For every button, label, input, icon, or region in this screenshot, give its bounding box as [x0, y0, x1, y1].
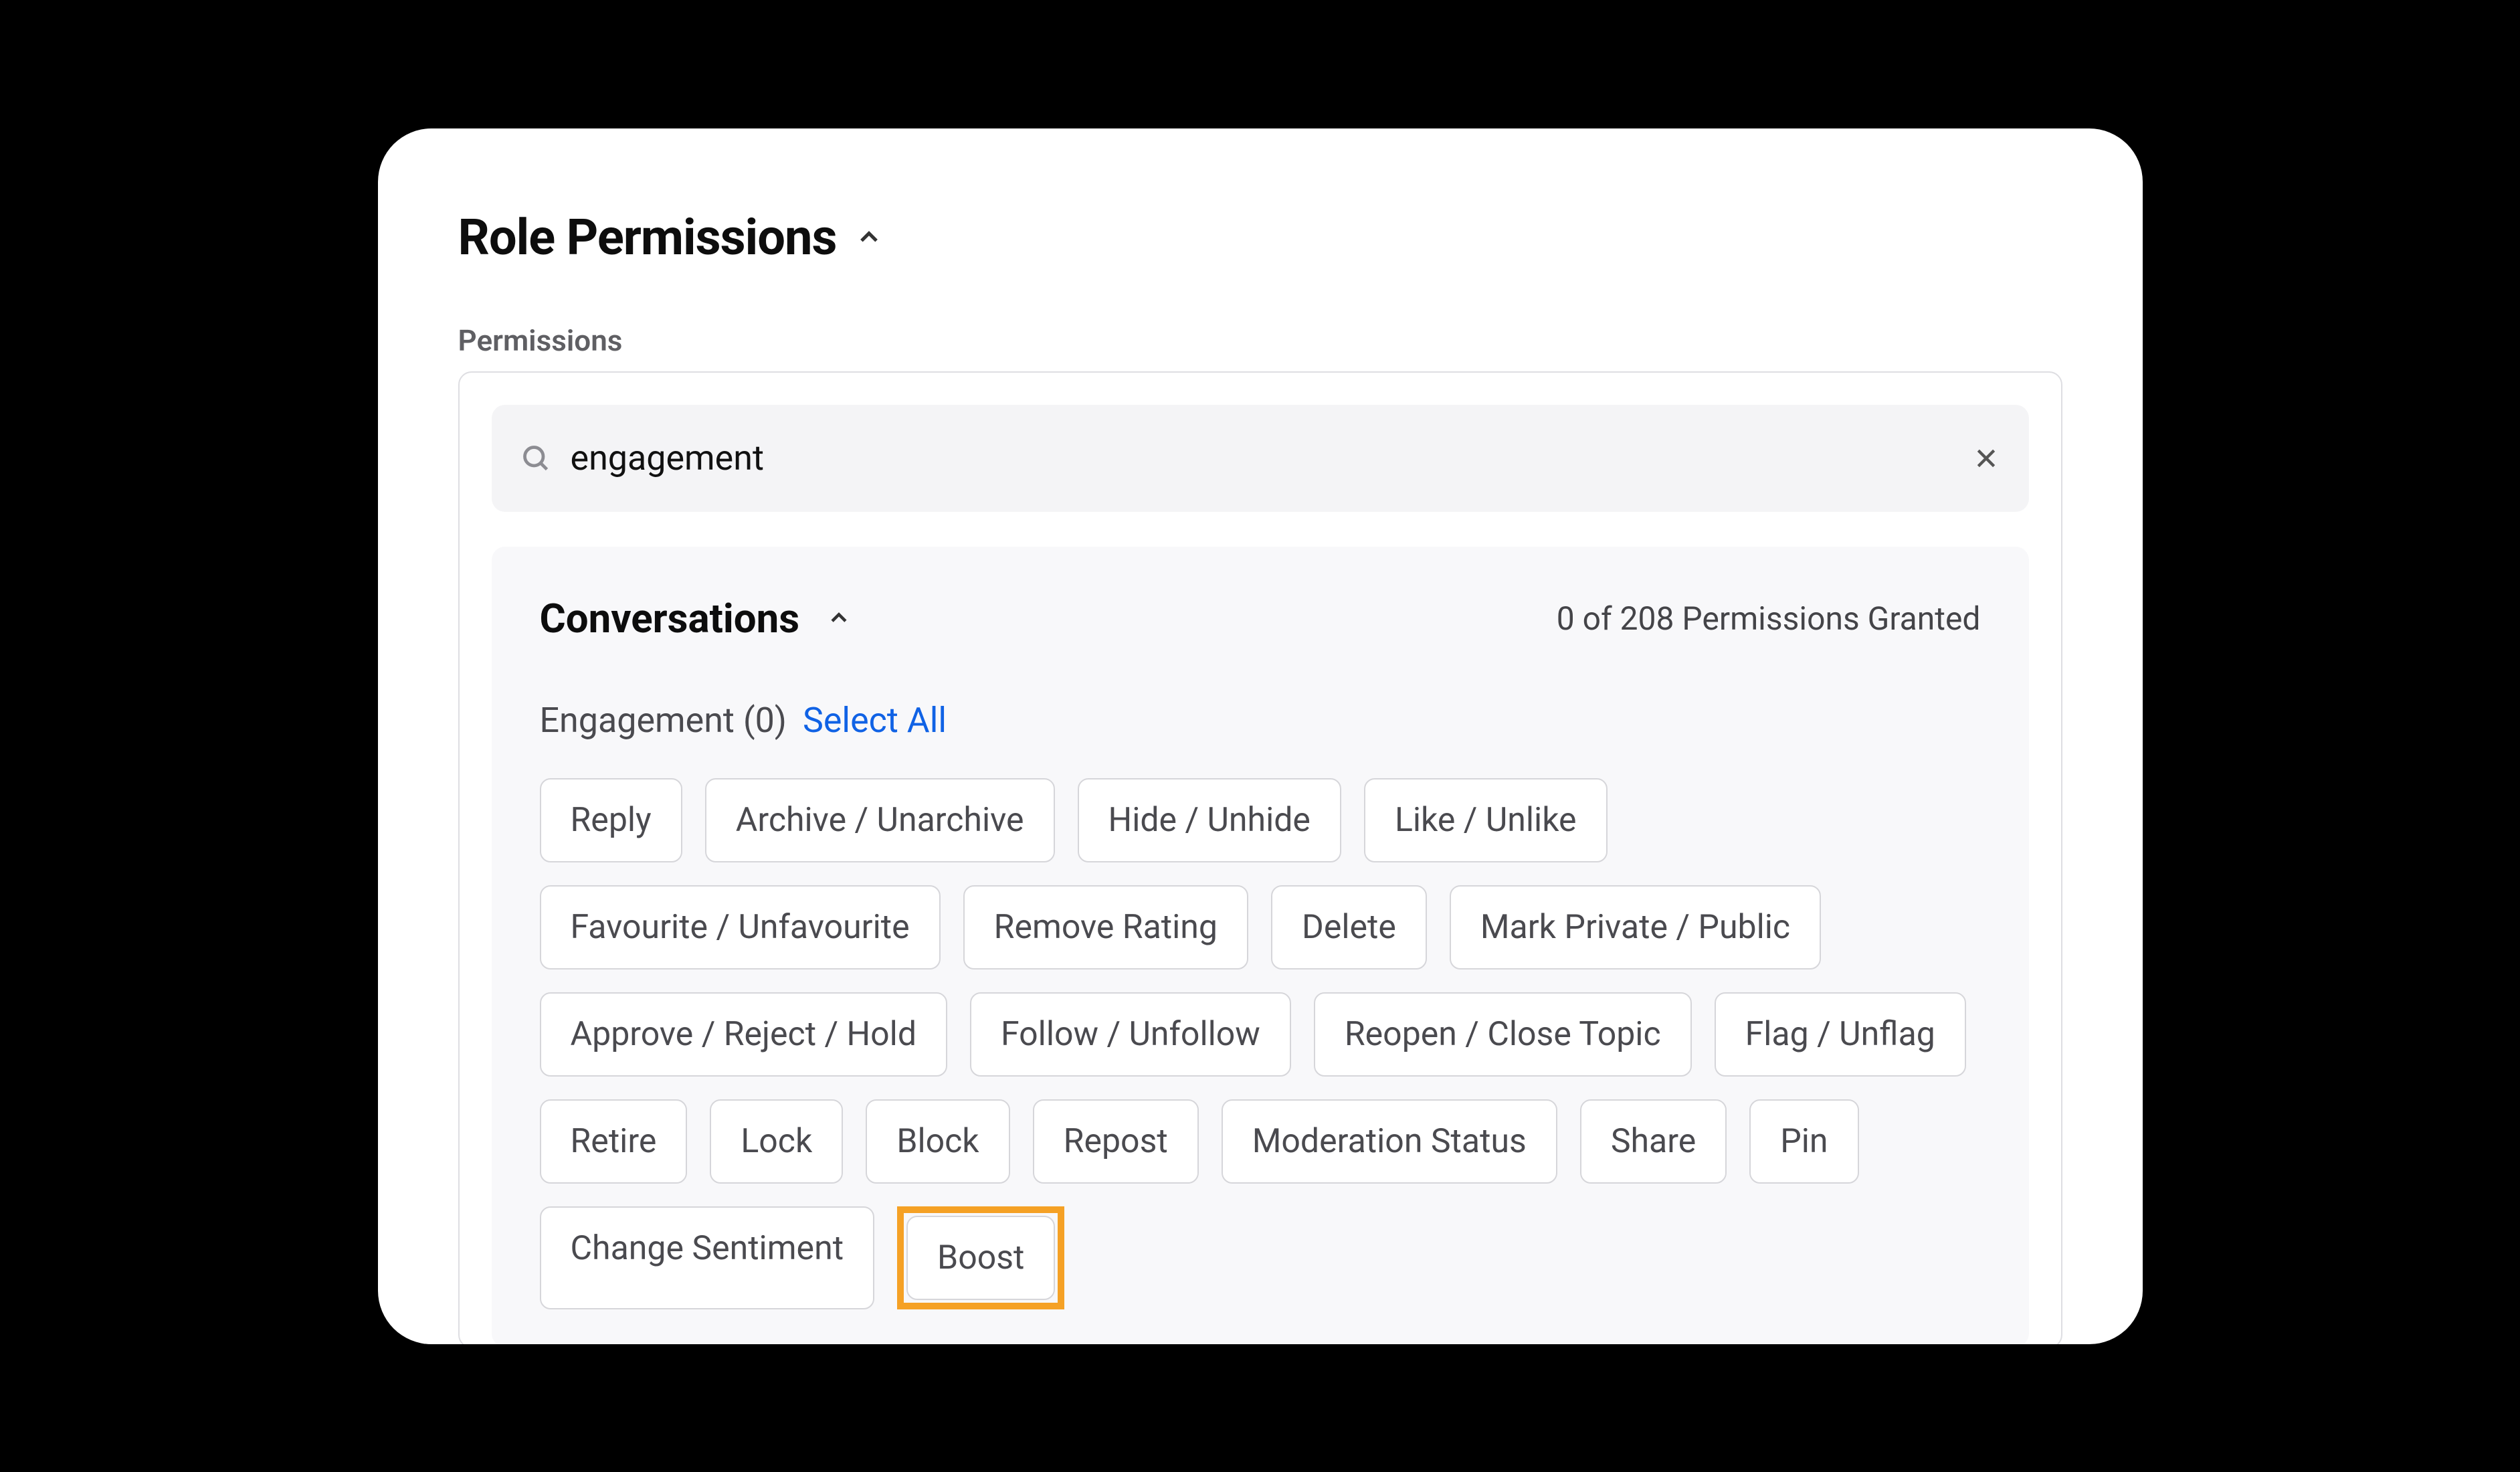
- permission-chip[interactable]: Delete: [1271, 885, 1427, 970]
- permissions-card: Role Permissions Permissions: [378, 128, 2143, 1344]
- permission-chip[interactable]: Archive / Unarchive: [705, 778, 1055, 862]
- permission-chip[interactable]: Reopen / Close Topic: [1314, 992, 1692, 1077]
- permissions-panel: Conversations 0 of 208 Permissions Grant…: [458, 371, 2062, 1344]
- permission-chip[interactable]: Moderation Status: [1222, 1099, 1557, 1184]
- permission-chip[interactable]: Lock: [710, 1099, 843, 1184]
- permission-chip[interactable]: Pin: [1749, 1099, 1858, 1184]
- permission-chip[interactable]: Change Sentiment: [540, 1206, 875, 1309]
- permission-chip[interactable]: Like / Unlike: [1364, 778, 1608, 862]
- close-icon[interactable]: [1973, 445, 2000, 472]
- grant-count: 0 of 208 Permissions Granted: [1557, 600, 1981, 638]
- permission-chip[interactable]: Reply: [540, 778, 682, 862]
- search-icon: [521, 444, 551, 473]
- subgroup-row: Engagement (0) Select All: [540, 700, 1981, 741]
- section-title: Role Permissions: [458, 209, 837, 267]
- permission-chip[interactable]: Mark Private / Public: [1450, 885, 1821, 970]
- group-title: Conversations: [540, 595, 800, 642]
- permission-chip[interactable]: Follow / Unfollow: [970, 992, 1291, 1077]
- permission-chip[interactable]: Retire: [540, 1099, 688, 1184]
- group-header: Conversations 0 of 208 Permissions Grant…: [540, 595, 1981, 642]
- chevron-up-icon: [828, 607, 850, 630]
- subgroup-label: Engagement (0): [540, 700, 787, 741]
- permission-chip[interactable]: Repost: [1033, 1099, 1199, 1184]
- permission-chip[interactable]: Remove Rating: [963, 885, 1248, 970]
- group-toggle[interactable]: Conversations: [540, 595, 851, 642]
- permission-chip[interactable]: Favourite / Unfavourite: [540, 885, 941, 970]
- permission-chips: Reply Archive / Unarchive Hide / Unhide Lik…: [540, 778, 1981, 1309]
- search-box[interactable]: [492, 405, 2029, 512]
- chevron-up-icon: [856, 225, 882, 250]
- permissions-sublabel: Permissions: [458, 323, 2062, 358]
- permission-chip[interactable]: Approve / Reject / Hold: [540, 992, 948, 1077]
- permission-chip[interactable]: Boost: [906, 1216, 1055, 1300]
- section-header[interactable]: Role Permissions: [458, 209, 2062, 267]
- viewport: Role Permissions Permissions: [0, 0, 2520, 1472]
- permission-chip[interactable]: Flag / Unflag: [1715, 992, 1966, 1077]
- conversations-group: Conversations 0 of 208 Permissions Grant…: [492, 547, 2029, 1344]
- search-input[interactable]: [571, 438, 1953, 478]
- select-all-link[interactable]: Select All: [803, 700, 947, 741]
- highlight-marker: Boost: [897, 1206, 1064, 1309]
- permission-chip[interactable]: Hide / Unhide: [1078, 778, 1341, 862]
- permission-chip[interactable]: Block: [866, 1099, 1009, 1184]
- permission-chip[interactable]: Share: [1580, 1099, 1727, 1184]
